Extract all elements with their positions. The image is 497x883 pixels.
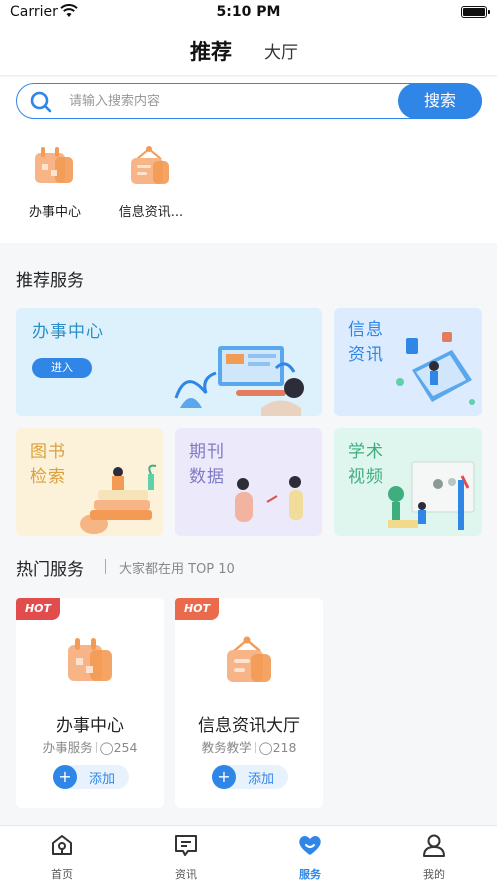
tab-label: 资讯: [175, 868, 197, 881]
add-button[interactable]: + 添加: [212, 765, 288, 789]
header-section: 搜索 办事中心 信息资讯...: [0, 77, 497, 243]
divider: [105, 559, 106, 574]
office-illustration: [174, 346, 304, 416]
hot-card-info-hall[interactable]: HOT 信息资讯大厅 教务教学 ◯218 + 添加: [175, 598, 323, 808]
card-title: 信息资讯: [348, 320, 384, 365]
search-button[interactable]: 搜索: [398, 82, 482, 119]
hot-badge: HOT: [16, 598, 60, 620]
search-input[interactable]: [69, 90, 389, 112]
hot-card-count: 218: [272, 740, 297, 755]
enter-button[interactable]: 进入: [32, 358, 92, 378]
tab-news[interactable]: 资讯: [124, 832, 248, 882]
card-title: 办事中心: [32, 322, 104, 342]
calendar-icon: [33, 145, 77, 187]
quick-link-service-center[interactable]: 办事中心: [10, 145, 100, 220]
tab-profile[interactable]: 我的: [372, 832, 496, 882]
search-icon: [30, 91, 52, 113]
add-button-label: 添加: [248, 772, 275, 787]
add-button[interactable]: + 添加: [53, 765, 129, 789]
plus-icon: +: [212, 765, 236, 789]
bottom-tab-bar: 首页 资讯 服务 我的: [0, 825, 497, 883]
tab-recommend[interactable]: 推荐: [190, 36, 232, 66]
tab-hall[interactable]: 大厅: [264, 38, 298, 63]
hot-badge: HOT: [175, 598, 219, 620]
flame-icon: ◯: [99, 740, 114, 755]
card-book-search[interactable]: 图书检索: [16, 428, 163, 536]
section-title-recommended: 推荐服务: [16, 271, 84, 291]
news-icon: [175, 835, 197, 856]
profile-icon: [423, 834, 445, 857]
hot-card-meta: 教务教学 ◯218: [175, 737, 323, 756]
hot-card-service-center[interactable]: HOT 办事中心 办事服务 ◯254 + 添加: [16, 598, 164, 808]
hot-card-name: 信息资讯大厅: [198, 716, 300, 736]
search-bar: 搜索: [16, 82, 482, 119]
tab-services[interactable]: 服务: [248, 832, 372, 882]
sign-icon: [129, 145, 173, 187]
hot-card-name: 办事中心: [56, 716, 124, 736]
tab-label: 我的: [423, 868, 445, 881]
tab-label: 服务: [299, 868, 321, 881]
section-title-hot: 热门服务: [16, 560, 84, 580]
home-icon: [52, 835, 72, 855]
card-service-center[interactable]: 办事中心 进入: [16, 308, 322, 416]
plus-icon: +: [53, 765, 77, 789]
hot-card-count: 254: [113, 740, 138, 755]
board-illustration: [388, 461, 475, 530]
tab-label: 首页: [51, 868, 73, 881]
tab-home[interactable]: 首页: [0, 832, 124, 882]
calendar-icon: [68, 638, 112, 681]
add-button-label: 添加: [89, 772, 116, 787]
books-illustration: [80, 464, 157, 534]
quick-link-info[interactable]: 信息资讯...: [106, 145, 196, 220]
top-nav: 推荐 大厅: [0, 26, 497, 76]
flame-icon: ◯: [258, 740, 273, 755]
hot-card-category: 教务教学: [201, 740, 252, 755]
card-journal-data[interactable]: 期刊数据: [175, 428, 322, 536]
quick-link-label: 办事中心: [28, 205, 81, 220]
phone-illustration: [396, 332, 475, 405]
card-info[interactable]: 信息资讯: [334, 308, 482, 416]
card-academic-video[interactable]: 学术视频: [334, 428, 482, 536]
section-subtitle-hot: 大家都在用 TOP 10: [119, 562, 235, 577]
battery-icon: [461, 6, 490, 18]
card-title: 图书检索: [30, 442, 66, 487]
quick-link-label: 信息资讯...: [118, 205, 184, 220]
status-bar: Carrier 5:10 PM: [0, 0, 497, 26]
heart-icon: [299, 836, 321, 855]
hot-card-category: 办事服务: [42, 740, 93, 755]
hot-card-meta: 办事服务 ◯254: [16, 737, 164, 756]
people-illustration: [235, 476, 303, 522]
sign-icon: [227, 636, 271, 682]
clock: 5:10 PM: [216, 4, 281, 20]
